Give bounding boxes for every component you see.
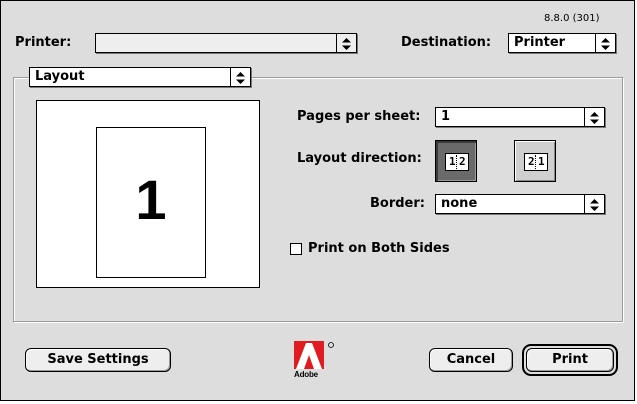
adobe-wordmark: Adobe [294,370,318,379]
print-dialog: 8.8.0 (301) Printer: Destination: Printe… [0,0,635,401]
printer-label: Printer: [15,35,72,50]
adobe-logo: Adobe [294,341,338,381]
updown-arrows-icon [595,34,615,52]
destination-label: Destination: [401,35,492,50]
save-settings-label: Save Settings [47,352,149,367]
printer-popup[interactable] [95,33,357,53]
pages-per-sheet-value: 1 [441,109,451,124]
pages-per-sheet-label: Pages per sheet: [297,109,421,124]
updown-arrows-icon [230,68,250,86]
updown-arrows-icon [336,34,356,52]
print-both-sides-checkbox[interactable] [290,243,302,255]
cancel-label: Cancel [446,352,496,367]
preview-page-number: 1 [135,168,167,231]
adobe-logo-icon [294,341,334,369]
print-both-sides-label[interactable]: Print on Both Sides [308,241,450,256]
layout-direction-label: Layout direction: [297,151,422,166]
updown-arrows-icon [584,108,604,126]
preview-page: 1 [96,127,206,278]
order-first: 2 [528,155,535,168]
panel-popup[interactable]: Layout [29,67,251,87]
two-up-left-to-right-icon: 1 2 [445,153,469,171]
save-settings-button[interactable]: Save Settings [25,348,171,372]
updown-arrows-icon [584,195,604,213]
border-popup[interactable]: none [435,194,605,214]
print-button[interactable]: Print [526,348,614,372]
destination-value: Printer [514,35,566,50]
destination-popup[interactable]: Printer [508,33,616,53]
layout-right-to-left-button[interactable]: 2 1 [514,140,556,182]
print-label: Print [552,352,588,367]
panel-value: Layout [35,69,85,84]
order-second: 1 [538,155,545,168]
layout-left-to-right-button[interactable]: 1 2 [435,140,477,182]
version-label: 8.8.0 (301) [544,13,600,24]
order-first: 1 [449,155,456,168]
cancel-button[interactable]: Cancel [429,348,513,372]
layout-preview: 1 [36,100,260,288]
pages-per-sheet-popup[interactable]: 1 [435,107,605,127]
order-second: 2 [459,155,466,168]
two-up-right-to-left-icon: 2 1 [524,153,548,171]
border-value: none [441,196,478,211]
border-label: Border: [370,196,425,211]
